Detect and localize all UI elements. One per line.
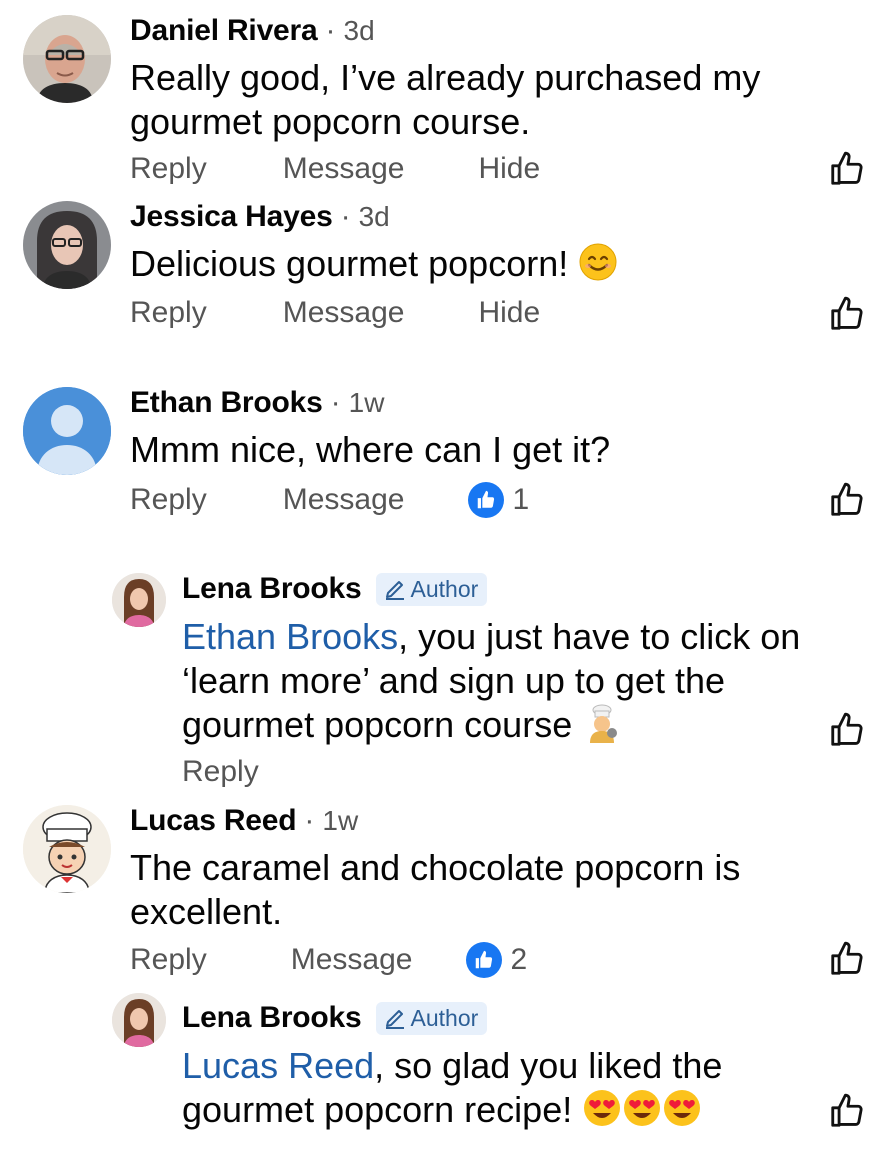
reply-button[interactable]: Reply [130, 296, 207, 330]
avatar[interactable] [23, 387, 111, 475]
thumbs-up-outline-icon [828, 711, 866, 749]
heart-eyes-emoji [662, 1088, 702, 1128]
like-count-value: 2 [510, 943, 528, 976]
separator: · [330, 386, 341, 419]
separator: · [325, 14, 336, 47]
pencil-icon [383, 577, 407, 601]
cook-emoji [582, 703, 622, 743]
profile-photo-woman-icon [112, 573, 166, 627]
chef-cartoon-avatar-icon [23, 805, 111, 893]
comment-text-wrap: Ethan Brooks, you just have to click on … [182, 615, 852, 747]
reply-button[interactable]: Reply [130, 943, 207, 977]
timestamp[interactable]: 1w [349, 387, 385, 419]
timestamp[interactable]: 3d [344, 15, 375, 47]
like-button[interactable] [828, 481, 866, 519]
timestamp[interactable]: 1w [322, 805, 358, 837]
like-reaction-icon [466, 942, 503, 978]
pencil-icon [383, 1006, 407, 1030]
message-button[interactable]: Message [291, 943, 413, 977]
like-count[interactable]: 2 [466, 942, 527, 978]
author-badge-label: Author [410, 575, 479, 602]
reply-button[interactable]: Reply [182, 755, 259, 789]
profile-photo-woman-icon [112, 993, 166, 1047]
thumbs-up-outline-icon [828, 481, 866, 519]
profile-photo-woman-icon [23, 201, 111, 289]
thumbs-up-outline-icon [828, 150, 866, 188]
author-name[interactable]: Lena Brooks [182, 572, 362, 606]
profile-photo-man-icon [23, 15, 111, 103]
like-button[interactable] [828, 295, 866, 333]
message-button[interactable]: Message [283, 152, 405, 186]
hide-button[interactable]: Hide [478, 152, 540, 186]
avatar[interactable] [23, 201, 111, 289]
like-count[interactable]: 1 [468, 482, 529, 518]
author-name[interactable]: Ethan Brooks [130, 386, 323, 420]
author-name[interactable]: Jessica Hayes [130, 200, 333, 234]
hide-button[interactable]: Hide [478, 296, 540, 330]
comment-text: The caramel and chocolate popcorn is exc… [130, 847, 741, 932]
like-button[interactable] [828, 940, 866, 978]
author-name[interactable]: Lena Brooks [182, 1001, 362, 1035]
message-button[interactable]: Message [283, 483, 405, 517]
comment-text: Mmm nice, where can I get it? [130, 429, 611, 470]
author-badge: Author [375, 572, 488, 606]
comment-text: Really good, I’ve already purchased my g… [130, 57, 761, 142]
message-button[interactable]: Message [283, 296, 405, 330]
like-button[interactable] [828, 150, 866, 188]
thumbs-up-outline-icon [828, 1092, 866, 1130]
separator: · [340, 200, 351, 233]
reply-button[interactable]: Reply [130, 152, 207, 186]
like-reaction-icon [468, 482, 505, 518]
comment-text-wrap: Lucas Reed, so glad you liked the gourme… [182, 1044, 782, 1132]
avatar[interactable] [112, 993, 166, 1047]
like-button[interactable] [828, 1092, 866, 1130]
comment-text: Delicious gourmet popcorn! [130, 243, 569, 284]
separator: · [304, 804, 315, 837]
like-button[interactable] [828, 711, 866, 749]
heart-eyes-emoji [582, 1088, 622, 1128]
heart-eyes-emoji [622, 1088, 662, 1128]
thumbs-up-outline-icon [828, 295, 866, 333]
timestamp[interactable]: 3d [359, 201, 390, 233]
mention-link[interactable]: Lucas Reed [182, 1045, 374, 1086]
author-name[interactable]: Lucas Reed [130, 804, 297, 838]
thumbs-up-outline-icon [828, 940, 866, 978]
mention-link[interactable]: Ethan Brooks [182, 616, 398, 657]
comment-text-wrap: Delicious gourmet popcorn! [130, 242, 810, 286]
author-badge-label: Author [410, 1004, 479, 1031]
avatar[interactable] [23, 805, 111, 893]
author-badge: Author [375, 1001, 488, 1035]
author-name[interactable]: Daniel Rivera [130, 14, 318, 48]
smiling-face-emoji [578, 242, 618, 282]
reply-button[interactable]: Reply [130, 483, 207, 517]
like-count-value: 1 [512, 483, 530, 516]
default-profile-icon [23, 387, 111, 475]
avatar[interactable] [23, 15, 111, 103]
avatar[interactable] [112, 573, 166, 627]
